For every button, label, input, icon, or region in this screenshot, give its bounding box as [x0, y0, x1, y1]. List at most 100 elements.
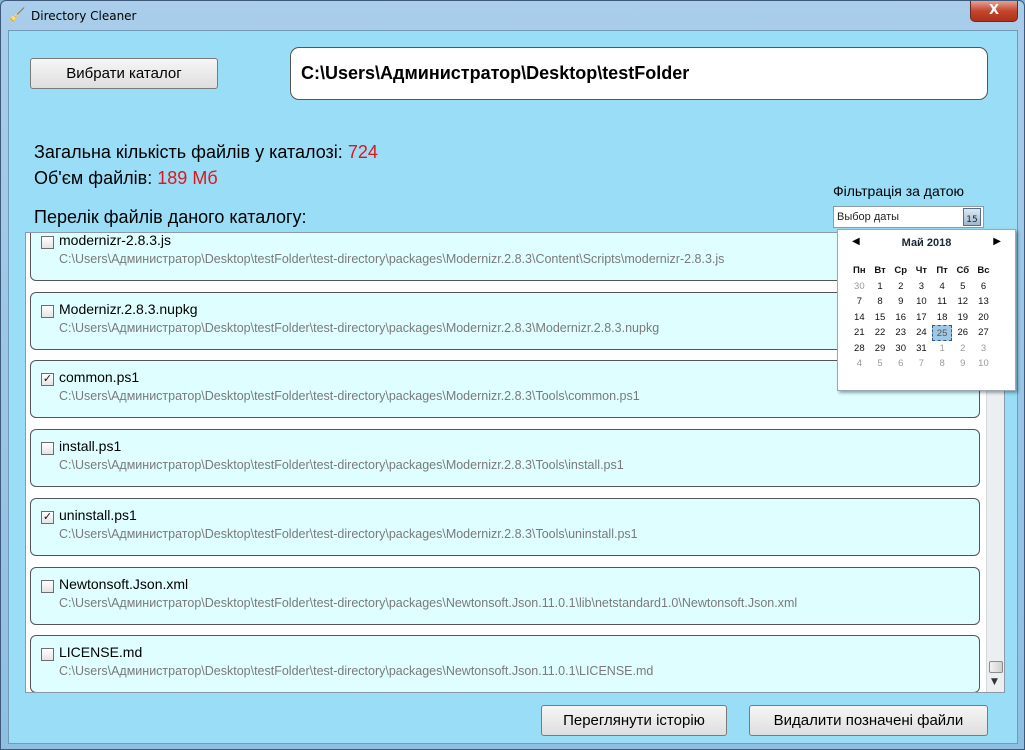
calendar-day[interactable]: 10: [973, 356, 994, 372]
calendar-day[interactable]: 9: [890, 294, 911, 310]
file-count-label: Загальна кількість файлів у каталозі:: [34, 142, 343, 162]
calendar-day[interactable]: 23: [890, 325, 911, 341]
weekday-label: Пт: [936, 265, 948, 276]
calendar-day[interactable]: 21: [849, 325, 870, 341]
file-checkbox[interactable]: [41, 236, 54, 249]
calendar-day[interactable]: 5: [870, 356, 891, 372]
calendar-day[interactable]: 4: [932, 279, 953, 295]
app-window: 🧹 Directory Cleaner X Вибрати каталог C:…: [0, 0, 1025, 750]
calendar-day[interactable]: 19: [952, 310, 973, 326]
date-filter-label: Фільтрація за датою: [833, 183, 964, 199]
weekday-label: Сб: [956, 265, 970, 276]
calendar-day[interactable]: 12: [952, 294, 973, 310]
view-history-button[interactable]: Переглянути історію: [541, 705, 727, 736]
calendar-header: ◀ Май 2018 ▶: [838, 230, 1015, 254]
calendar-day[interactable]: 22: [870, 325, 891, 341]
weekday-label: Вс: [977, 265, 990, 276]
calendar-day[interactable]: 30: [849, 279, 870, 295]
calendar-day[interactable]: 17: [911, 310, 932, 326]
file-checkbox[interactable]: [41, 579, 54, 593]
file-name: uninstall.ps1: [59, 506, 137, 523]
calendar-day[interactable]: 1: [932, 341, 953, 357]
file-path: C:\Users\Администратор\Desktop\testFolde…: [59, 389, 640, 404]
broom-icon: 🧹: [9, 8, 26, 23]
file-size-value: 189: [157, 168, 188, 188]
calendar-day[interactable]: 14: [849, 310, 870, 326]
calendar-day[interactable]: 9: [952, 356, 973, 372]
calendar-day[interactable]: 6: [890, 356, 911, 372]
file-size-label: Об'єм файлів:: [34, 168, 153, 188]
calendar-day[interactable]: 1: [870, 279, 891, 295]
calendar-day[interactable]: 20: [973, 310, 994, 326]
calendar-day-today[interactable]: 25: [931, 325, 953, 341]
file-list-item[interactable]: Newtonsoft.Json.xml C:\Users\Администрато…: [30, 566, 980, 625]
calendar-day[interactable]: 4: [849, 356, 870, 372]
main-panel: Вибрати каталог C:\Users\Администратор\D…: [8, 30, 1018, 744]
calendar-day[interactable]: 26: [952, 325, 973, 341]
calendar-day[interactable]: 2: [952, 341, 973, 357]
weekday-label: Чт: [915, 265, 928, 276]
calendar-day[interactable]: 31: [911, 341, 932, 357]
calendar-day[interactable]: 8: [870, 294, 891, 310]
file-name: common.ps1: [59, 369, 140, 386]
calendar-day[interactable]: 2: [890, 279, 911, 295]
next-month-icon[interactable]: ▶: [993, 236, 1001, 247]
calendar-day[interactable]: 10: [911, 294, 932, 310]
weekday-label: Ср: [894, 265, 908, 276]
calendar-day[interactable]: 6: [973, 279, 994, 295]
file-checkbox[interactable]: ✓: [41, 373, 54, 387]
date-picker-calendar: ◀ Май 2018 ▶ Пн Вт Ср Чт Пт Сб Вс 30 1 2 3 4 5 6 7 8 9 10…: [837, 229, 1016, 391]
scroll-down-icon[interactable]: ▼: [991, 677, 998, 687]
file-count-line: Загальна кількість файлів у каталозі: 72…: [34, 142, 378, 163]
title-bar: 🧹 Directory Cleaner X: [1, 1, 1024, 31]
calendar-day[interactable]: 11: [932, 294, 953, 310]
file-name: Modernizr.2.8.3.nupkg: [59, 300, 198, 317]
weekday-label: Пн: [853, 265, 866, 276]
file-checkbox[interactable]: [41, 442, 54, 456]
date-picker-placeholder: Выбор даты: [837, 211, 900, 223]
calendar-day[interactable]: 30: [890, 341, 911, 357]
file-path: C:\Users\Администратор\Desktop\testFolde…: [59, 664, 654, 679]
file-path: C:\Users\Администратор\Desktop\testFolde…: [59, 526, 638, 541]
file-path: C:\Users\Администратор\Desktop\testFolde…: [59, 320, 660, 335]
file-list-item[interactable]: LICENSE.md C:\Users\Администратор\Desktop…: [30, 635, 980, 692]
file-name: install.ps1: [59, 438, 122, 455]
calendar-day[interactable]: 28: [849, 341, 870, 357]
calendar-day[interactable]: 15: [870, 310, 891, 326]
file-list-heading: Перелік файлів даного каталогу:: [34, 207, 307, 227]
calendar-day[interactable]: 3: [911, 279, 932, 295]
delete-marked-files-button[interactable]: Видалити позначені файли: [749, 705, 988, 736]
calendar-day[interactable]: 7: [849, 294, 870, 310]
calendar-day[interactable]: 29: [870, 341, 891, 357]
calendar-day[interactable]: 7: [911, 356, 932, 372]
file-path: C:\Users\Администратор\Desktop\testFolde…: [59, 252, 725, 266]
current-path-field: C:\Users\Администратор\Desktop\testFolde…: [290, 47, 988, 100]
calendar-day[interactable]: 13: [973, 294, 994, 310]
calendar-day[interactable]: 3: [973, 341, 994, 357]
file-count-value: 724: [347, 142, 378, 162]
file-name: modernizr-2.8.3.js: [59, 232, 172, 248]
file-path: C:\Users\Администратор\Desktop\testFolde…: [59, 458, 624, 473]
calendar-day[interactable]: 18: [932, 310, 953, 326]
file-list-item[interactable]: install.ps1 C:\Users\Администратор\Deskto…: [30, 429, 980, 488]
choose-directory-button[interactable]: Вибрати каталог: [30, 58, 218, 89]
file-checkbox[interactable]: [41, 648, 54, 662]
scrollbar-thumb[interactable]: [989, 661, 1003, 673]
calendar-month-title[interactable]: Май 2018: [838, 237, 1015, 249]
calendar-day[interactable]: 16: [890, 310, 911, 326]
file-size-unit: Мб: [192, 168, 218, 188]
calendar-day[interactable]: 5: [952, 279, 973, 295]
calendar-day[interactable]: 24: [911, 325, 932, 341]
calendar-day[interactable]: 8: [932, 356, 953, 372]
file-checkbox[interactable]: ✓: [41, 510, 54, 524]
calendar-icon[interactable]: 15: [963, 208, 981, 226]
file-size-line: Об'єм файлів: 189 Мб: [34, 168, 218, 189]
file-list-item[interactable]: ✓ uninstall.ps1 C:\Users\Администратор\Des…: [30, 497, 980, 556]
calendar-day[interactable]: 27: [973, 325, 994, 341]
window-title: Directory Cleaner: [31, 9, 137, 23]
date-picker-input[interactable]: Выбор даты 15: [833, 206, 984, 228]
file-name: Newtonsoft.Json.xml: [59, 575, 189, 592]
file-path: C:\Users\Администратор\Desktop\testFolde…: [59, 595, 798, 610]
close-button[interactable]: X: [970, 1, 1018, 22]
file-checkbox[interactable]: [41, 304, 54, 318]
